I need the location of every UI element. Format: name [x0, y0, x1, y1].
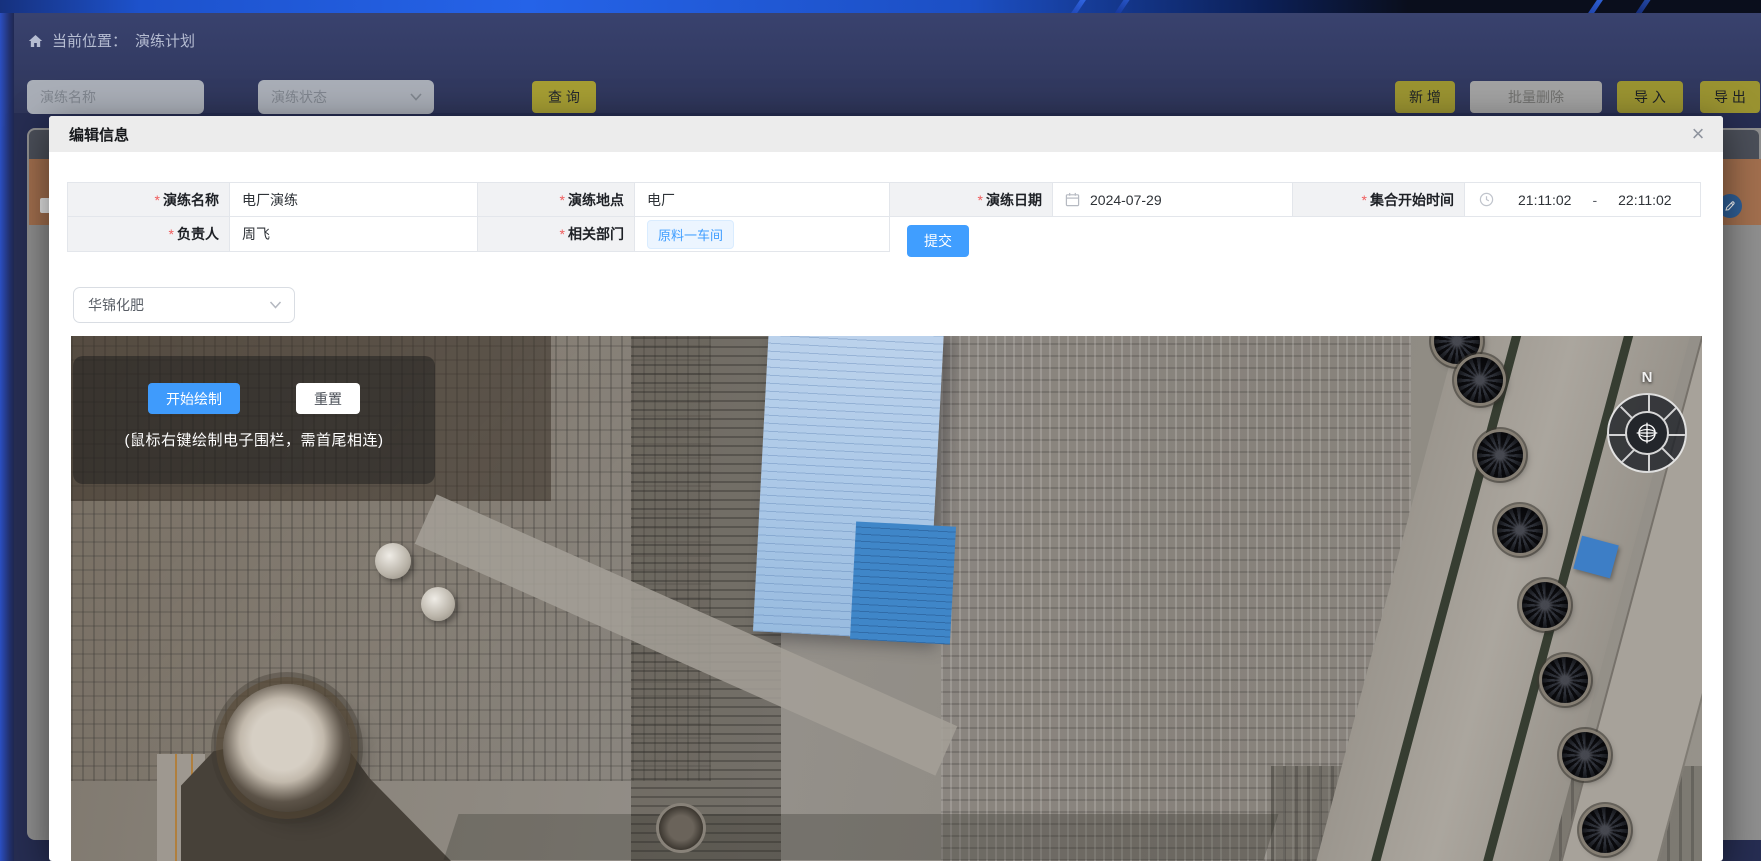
required-mark: * [978, 192, 983, 208]
plant-select-value: 华锦化肥 [88, 295, 144, 315]
dialog-title: 编辑信息 [69, 124, 129, 145]
draw-controls-panel: 开始绘制 重置 (鼠标右键绘制电子围栏，需首尾相连) [73, 356, 435, 484]
required-mark: * [560, 226, 565, 242]
compass-center[interactable] [1625, 411, 1669, 455]
breadcrumb-prefix: 当前位置： [52, 30, 127, 51]
map-art-fan [1457, 357, 1503, 403]
chevron-down-icon [269, 301, 282, 309]
search-input[interactable]: 演练名称 [27, 80, 204, 114]
top-banner [0, 0, 1761, 13]
map-art-blue-roof-dark [850, 521, 956, 644]
form-filler [890, 217, 1701, 252]
breadcrumb: 当前位置： 演练计划 [27, 30, 195, 51]
required-mark: * [1362, 192, 1367, 208]
compass-north-label: N [1607, 369, 1687, 386]
breadcrumb-current: 演练计划 [135, 30, 195, 51]
close-icon[interactable]: × [1685, 121, 1711, 147]
map-art-fan [1522, 582, 1568, 628]
export-button[interactable]: 导 出 [1700, 81, 1760, 113]
field-label-date: * 演练日期 [890, 182, 1053, 217]
map-art-sphere-tank [421, 587, 455, 621]
date-field[interactable]: 2024-07-29 [1053, 182, 1293, 217]
map-art-tank [659, 806, 703, 850]
banner-streak [1064, 0, 1091, 13]
reset-button[interactable]: 重置 [296, 383, 360, 414]
page-left-border [0, 13, 14, 861]
import-button[interactable]: 导 入 [1617, 81, 1683, 113]
name-field[interactable]: 电厂演练 [230, 182, 478, 217]
field-label-time: * 集合开始时间 [1293, 182, 1465, 217]
chevron-down-icon [410, 93, 422, 101]
department-tag: 原料一车间 [647, 220, 734, 249]
compass-globe-icon [1634, 420, 1660, 446]
location-field[interactable]: 电厂 [635, 182, 890, 217]
time-start: 21:11:02 [1518, 192, 1571, 208]
plant-select[interactable]: 华锦化肥 [73, 287, 295, 323]
map-art-sphere-tank [375, 543, 411, 579]
field-label-owner: * 负责人 [67, 217, 230, 252]
screen: 当前位置： 演练计划 演练名称 演练状态 查 询 新 增 批量删除 导 入 导 … [0, 0, 1761, 861]
home-icon [27, 33, 44, 49]
dialog-header: 编辑信息 [49, 116, 1723, 152]
required-mark: * [560, 192, 565, 208]
edit-icon [1724, 200, 1736, 212]
query-button[interactable]: 查 询 [532, 81, 596, 113]
map-art-fan [1582, 807, 1628, 853]
banner-streak [1581, 0, 1608, 13]
banner-streak [1114, 0, 1135, 13]
map-art-fan [1497, 507, 1543, 553]
field-label-location: * 演练地点 [478, 182, 635, 217]
map-art-tank [223, 684, 351, 812]
start-draw-button[interactable]: 开始绘制 [148, 383, 240, 414]
map-art-fan [1477, 432, 1523, 478]
compass-control[interactable]: N [1607, 393, 1687, 473]
map-art-fan [1562, 732, 1608, 778]
required-mark: * [169, 226, 174, 242]
owner-field[interactable]: 周飞 [230, 217, 478, 252]
map-canvas[interactable]: 开始绘制 重置 (鼠标右键绘制电子围栏，需首尾相连) N [71, 336, 1702, 861]
banner-streak [1635, 0, 1656, 13]
time-end: 22:11:02 [1618, 192, 1671, 208]
search-placeholder: 演练名称 [40, 87, 96, 107]
submit-button[interactable]: 提交 [907, 225, 969, 257]
clock-icon [1479, 192, 1494, 207]
edit-dialog: 编辑信息 × * 演练名称 电厂演练 * 演练地点 电厂 * 演练日期 [49, 116, 1723, 861]
map-art-shadow [444, 814, 1279, 860]
status-select[interactable]: 演练状态 [258, 80, 434, 114]
status-placeholder: 演练状态 [271, 87, 327, 107]
required-mark: * [155, 192, 160, 208]
calendar-icon [1065, 192, 1080, 207]
time-range-field[interactable]: 21:11:02 - 22:11:02 [1465, 182, 1701, 217]
edit-form: * 演练名称 电厂演练 * 演练地点 电厂 * 演练日期 [67, 182, 1701, 252]
draw-hint-text: (鼠标右键绘制电子围栏，需首尾相连) [125, 429, 384, 450]
department-field[interactable]: 原料一车间 [635, 217, 890, 252]
batch-delete-button[interactable]: 批量删除 [1470, 81, 1602, 113]
field-label-department: * 相关部门 [478, 217, 635, 252]
map-art-fan [1542, 657, 1588, 703]
add-button[interactable]: 新 增 [1395, 81, 1455, 113]
field-label-name: * 演练名称 [67, 182, 230, 217]
time-separator: - [1592, 192, 1597, 208]
